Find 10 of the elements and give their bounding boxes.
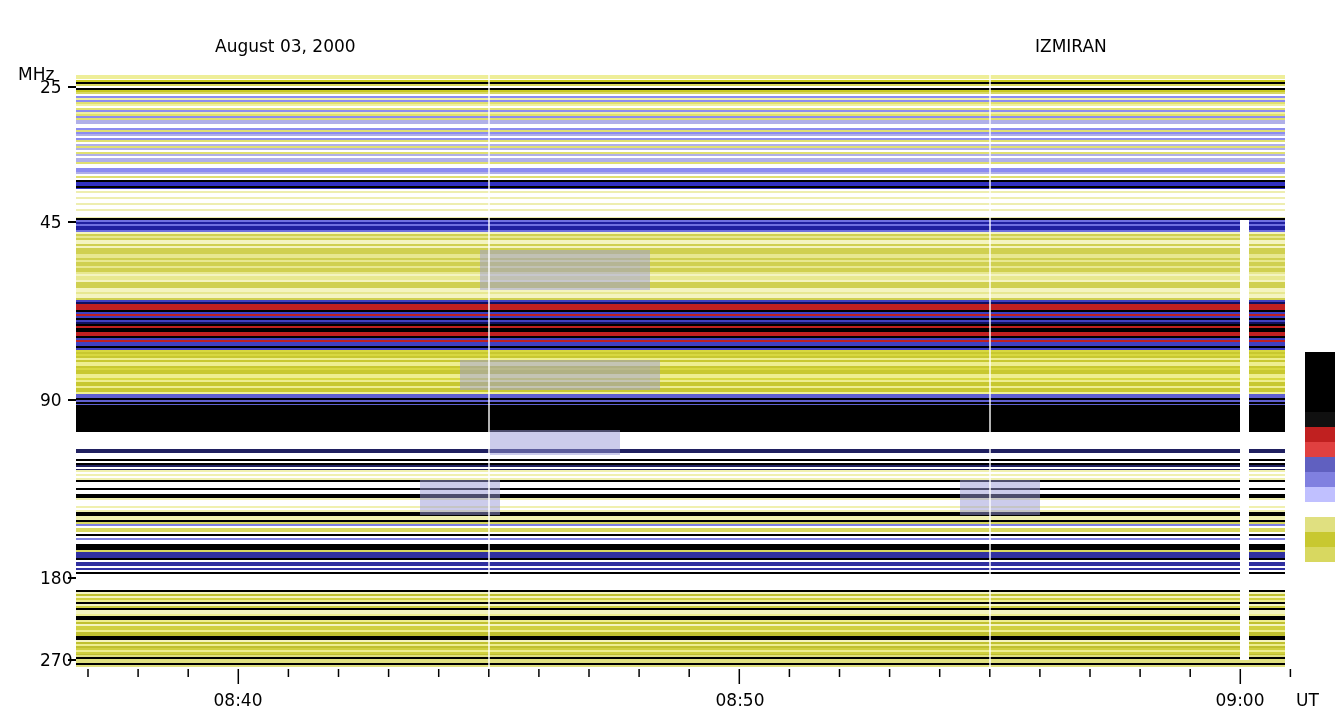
observatory-label: IZMIRAN <box>1035 36 1107 56</box>
frequency-label: 90 <box>40 390 62 410</box>
frequency-label: 180 <box>40 568 73 588</box>
frequency-label: 270 <box>40 650 73 670</box>
date-title: August 03, 2000 <box>215 36 356 56</box>
time-label: 08:40 <box>213 690 263 710</box>
time-label: 09:00 <box>1215 690 1265 710</box>
frequency-label: 45 <box>40 212 62 232</box>
time-unit-label: UT <box>1296 690 1319 710</box>
time-label: 08:50 <box>715 690 765 710</box>
